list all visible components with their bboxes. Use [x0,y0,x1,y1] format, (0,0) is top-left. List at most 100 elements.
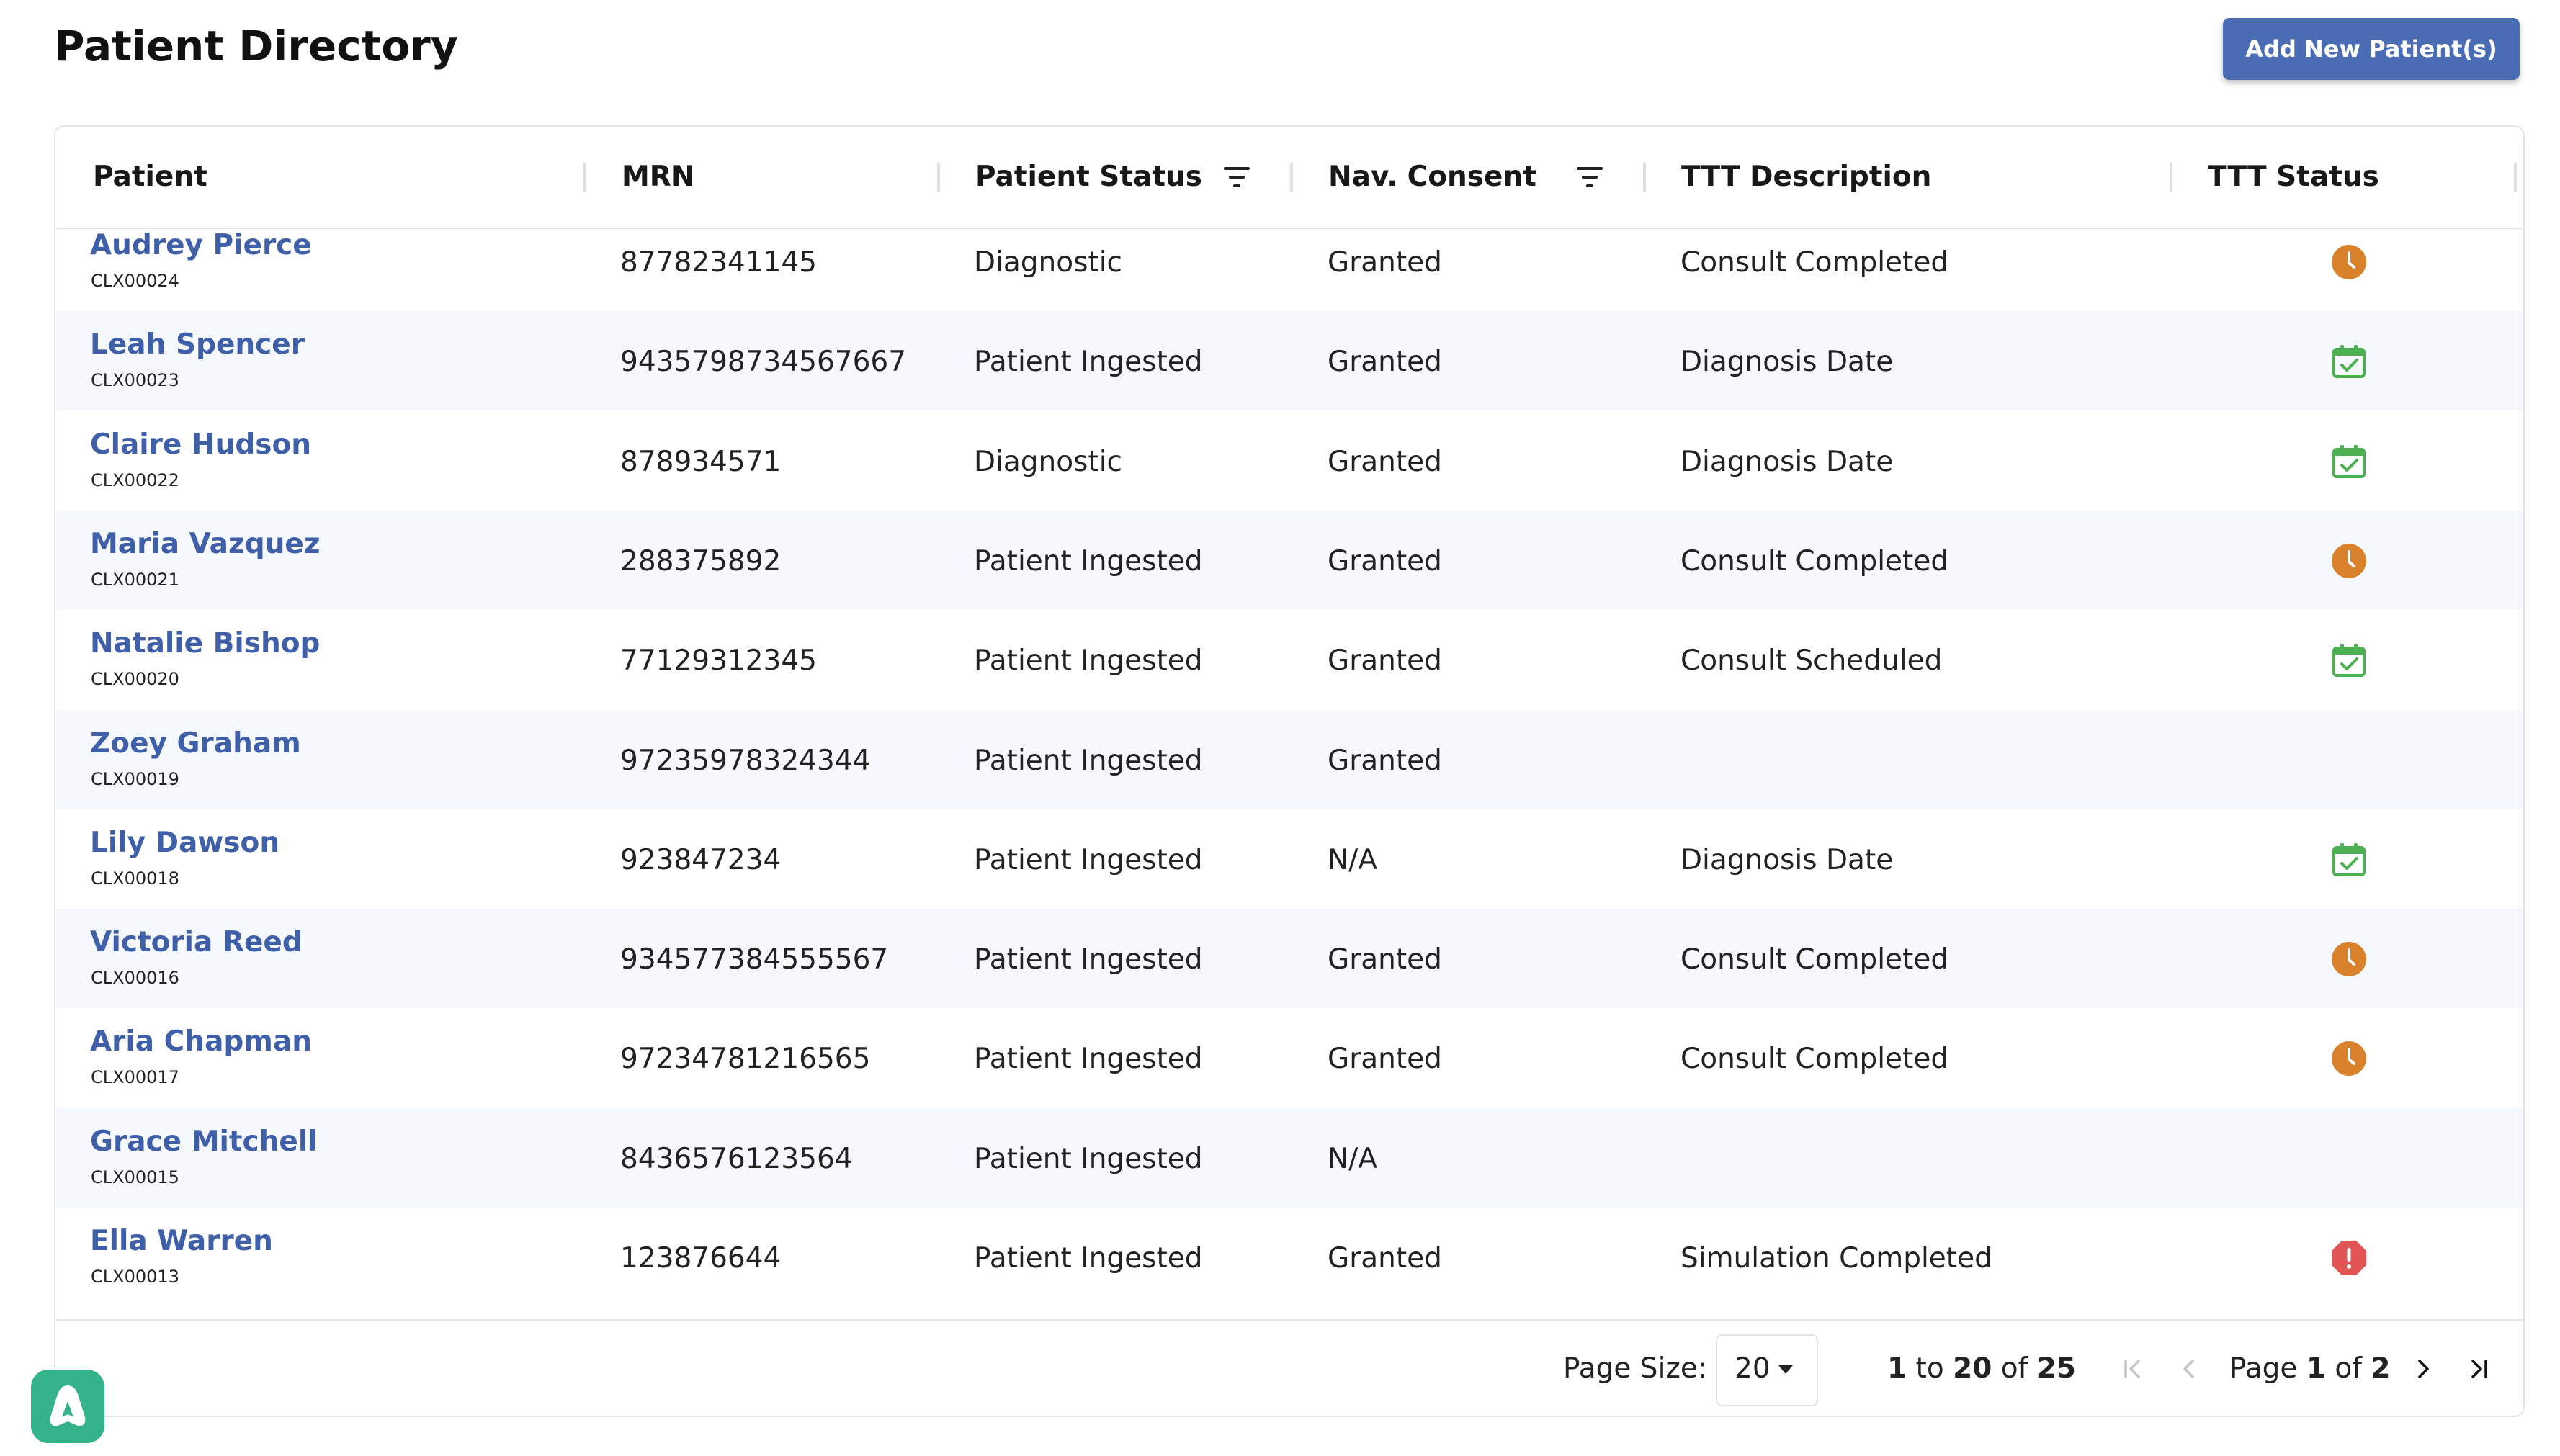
patient-status-cell: Diagnostic [974,246,1122,279]
range-from: 1 [1887,1352,1907,1385]
last-page-icon[interactable] [2463,1353,2494,1385]
table-row[interactable]: Grace Mitchell CLX00015 8436576123564 Patie… [55,1108,2523,1208]
nav-consent-cell: Granted [1328,246,1442,279]
patient-id: CLX00021 [91,570,179,590]
patient-id: CLX00023 [91,370,179,390]
patient-id: CLX00015 [91,1167,179,1187]
column-separator[interactable] [937,163,940,192]
caret-down-icon [1778,1365,1793,1374]
next-page-icon[interactable] [2407,1353,2439,1385]
patient-status-cell: Patient Ingested [974,1043,1203,1075]
range-total: 25 [2036,1352,2077,1385]
table-row[interactable]: Ella Warren CLX00013 123876644 Patient Inge… [55,1208,2523,1307]
table-row[interactable]: Maria Vazquez CLX00021 288375892 Patient In… [55,511,2523,610]
mrn-cell: 97235978324344 [620,745,871,777]
first-page-icon[interactable] [2117,1353,2149,1385]
patient-name-link[interactable]: Audrey Pierce [90,229,312,261]
alert-octagon-icon [2330,1239,2368,1277]
calendar-check-icon [2330,642,2368,679]
page-size-label: Page Size: [1563,1352,1708,1385]
column-separator[interactable] [1643,163,1646,192]
table-row[interactable]: Aria Chapman CLX00017 97234781216565 Patien… [55,1008,2523,1107]
patient-name-link[interactable]: Ella Warren [90,1225,273,1257]
mrn-cell: 878934571 [620,446,782,478]
logo-mark-icon [50,1385,86,1426]
filter-icon[interactable] [1575,164,1604,190]
mrn-cell: 77129312345 [620,644,817,677]
patient-name-link[interactable]: Victoria Reed [90,926,303,958]
table-row[interactable]: Natalie Bishop CLX00020 77129312345 Patient… [55,610,2523,709]
page-current: 1 [2306,1352,2326,1385]
column-header-ttt-status[interactable]: TTT Status [2208,127,2379,228]
patient-status-cell: Patient Ingested [974,844,1203,876]
ttt-description-cell: Diagnosis Date [1680,346,1894,378]
table-row[interactable]: Zoey Graham CLX00019 97235978324344 Patient… [55,710,2523,809]
patient-name-link[interactable]: Zoey Graham [90,727,301,760]
page-size-select[interactable]: 20 [1716,1334,1818,1406]
patient-status-cell: Patient Ingested [974,1242,1203,1275]
patient-id: CLX00019 [91,769,179,789]
add-new-patient-button[interactable]: Add New Patient(s) [2223,18,2520,80]
nav-consent-cell: Granted [1328,446,1442,478]
nav-consent-cell: Granted [1328,1242,1442,1275]
column-header-mrn[interactable]: MRN [622,127,694,228]
clock-icon [2330,542,2368,580]
ttt-description-cell: Consult Completed [1680,545,1949,578]
page-total: 2 [2371,1352,2391,1385]
mrn-cell: 923847234 [620,844,782,876]
column-header-patient-status[interactable]: Patient Status [975,127,1202,228]
patient-name-link[interactable]: Leah Spencer [90,328,305,361]
clock-icon [2330,1040,2368,1077]
clock-icon [2330,243,2368,281]
pagination-bar: Page Size: 20 1 to 20 of 25 Page 1 of 2 [55,1319,2523,1416]
nav-consent-cell: N/A [1328,1143,1377,1175]
column-header-ttt-description[interactable]: TTT Description [1681,127,1931,228]
patient-id: CLX00020 [91,669,179,689]
table-row[interactable]: Leah Spencer CLX00023 9435798734567667 Pati… [55,311,2523,410]
mrn-cell: 87782341145 [620,246,817,279]
calendar-check-icon [2330,443,2368,480]
patient-status-cell: Patient Ingested [974,1143,1203,1175]
patient-status-cell: Diagnostic [974,446,1122,478]
mrn-cell: 9435798734567667 [620,346,907,378]
table-row[interactable]: Victoria Reed CLX00016 934577384555567 Pati… [55,909,2523,1008]
nav-consent-cell: Granted [1328,943,1442,976]
page-of-word: of [2335,1352,2362,1385]
patient-name-link[interactable]: Grace Mitchell [90,1125,318,1158]
patient-name-link[interactable]: Lily Dawson [90,827,279,859]
patient-table: Patient MRN Patient Status Nav. Consent … [54,125,2525,1417]
ttt-description-cell: Consult Completed [1680,246,1949,279]
patient-name-link[interactable]: Aria Chapman [90,1025,312,1058]
range-of-word: of [2000,1352,2028,1385]
column-header-patient[interactable]: Patient [93,127,207,228]
patient-id: CLX00013 [91,1267,179,1287]
ttt-description-cell: Diagnosis Date [1680,446,1894,478]
patient-id: CLX00022 [91,470,179,490]
app-logo[interactable] [31,1370,104,1443]
previous-page-icon[interactable] [2173,1353,2205,1385]
patient-id: CLX00018 [91,868,179,889]
mrn-cell: 123876644 [620,1242,782,1275]
patient-name-link[interactable]: Maria Vazquez [90,528,321,560]
patient-name-link[interactable]: Claire Hudson [90,428,311,461]
patient-status-cell: Patient Ingested [974,346,1203,378]
table-row[interactable]: Lily Dawson CLX00018 923847234 Patient Inge… [55,809,2523,909]
table-row[interactable]: Audrey Pierce CLX00024 87782341145 Diagnost… [55,229,2523,311]
filter-icon[interactable] [1222,164,1251,190]
column-separator[interactable] [583,163,586,192]
mrn-cell: 8436576123564 [620,1143,853,1175]
table-header: Patient MRN Patient Status Nav. Consent … [55,127,2523,229]
page-indicator: Page 1 of 2 [2229,1352,2391,1385]
column-separator[interactable] [2514,163,2517,192]
column-separator[interactable] [1290,163,1293,192]
patient-status-cell: Patient Ingested [974,745,1203,777]
patient-id: CLX00016 [91,968,179,988]
patient-status-cell: Patient Ingested [974,545,1203,578]
patient-status-cell: Patient Ingested [974,943,1203,976]
table-row[interactable]: Claire Hudson CLX00022 878934571 Diagnostic… [55,411,2523,511]
patient-name-link[interactable]: Natalie Bishop [90,627,320,660]
range-to: 20 [1953,1352,1992,1385]
column-separator[interactable] [2170,163,2172,192]
page-word: Page [2229,1352,2298,1385]
column-header-nav-consent[interactable]: Nav. Consent [1328,127,1536,228]
